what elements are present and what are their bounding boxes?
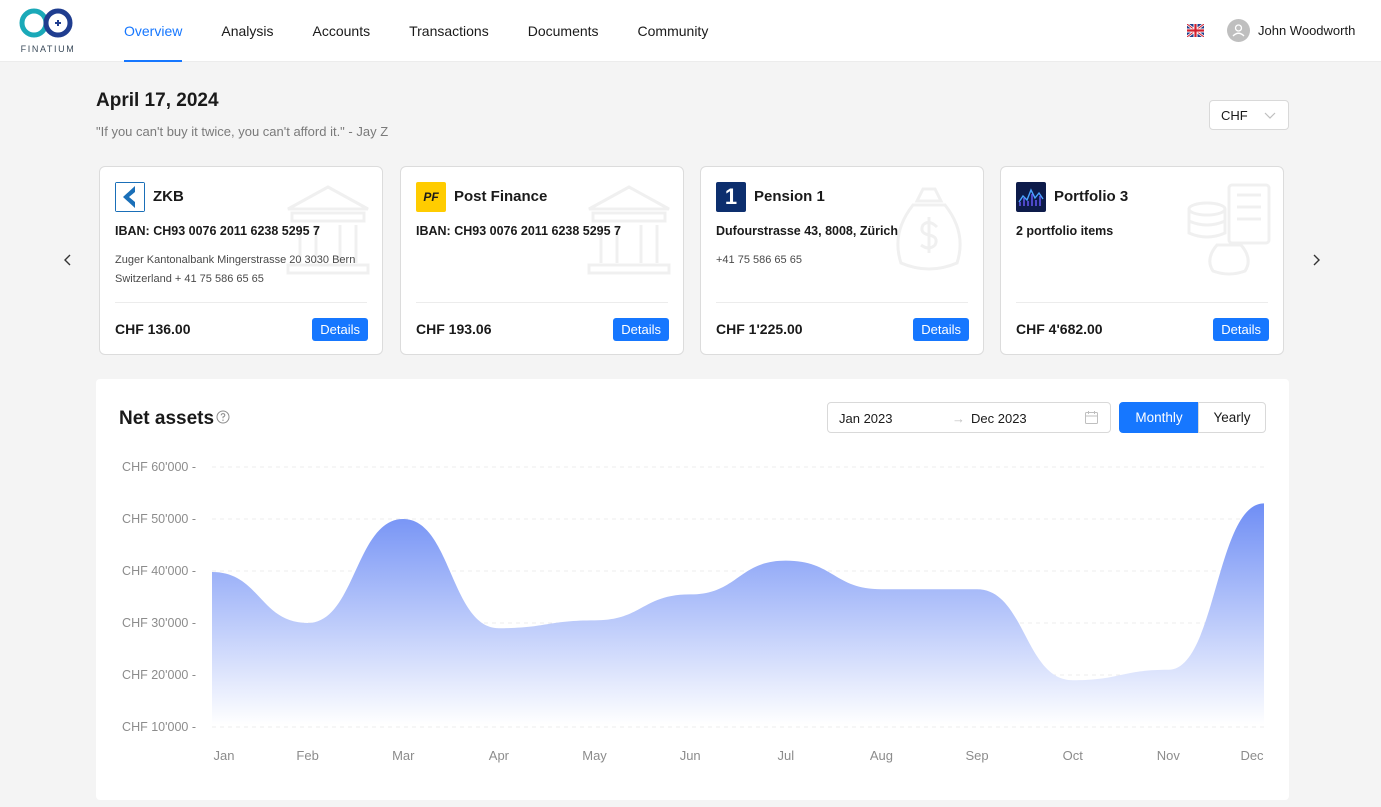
x-tick-label: Feb	[296, 748, 318, 763]
user-name[interactable]: John Woodworth	[1258, 23, 1355, 38]
chevron-down-icon	[1264, 112, 1276, 119]
range-arrow: →	[952, 411, 965, 426]
user-icon	[1232, 24, 1245, 37]
x-tick-label: Sep	[966, 748, 989, 763]
data-point-apr[interactable]	[496, 625, 502, 631]
main-nav: Overview Analysis Accounts Transactions …	[124, 0, 747, 62]
y-tick-label: CHF 40'000 -	[122, 564, 196, 578]
panel-title: Net assets	[119, 408, 215, 429]
account-card-pension[interactable]: 1 Pension 1 Dufourstrasse 43, 8008, Züri…	[700, 166, 984, 355]
account-card-postfinance[interactable]: PF Post Finance IBAN: CH93 0076 2011 623…	[400, 166, 684, 355]
card-address: Dufourstrasse 43, 8008, Zürich	[716, 224, 899, 238]
data-point-sep[interactable]	[974, 586, 980, 592]
data-point-oct[interactable]	[1070, 677, 1076, 683]
card-balance: CHF 1'225.00	[716, 321, 803, 337]
currency-value: CHF	[1221, 108, 1248, 123]
chevron-right-icon[interactable]	[1308, 252, 1324, 268]
x-tick-label: Jul	[778, 748, 795, 763]
details-button[interactable]: Details	[913, 318, 969, 341]
pension-logo-icon: 1	[716, 182, 746, 212]
range-end-input[interactable]: Dec 2023	[971, 411, 1027, 426]
currency-select[interactable]: CHF	[1209, 100, 1289, 130]
x-tick-label: Jan	[214, 748, 235, 763]
nav-accounts[interactable]: Accounts	[313, 0, 371, 62]
nav-documents[interactable]: Documents	[528, 0, 599, 62]
card-balance: CHF 136.00	[115, 321, 191, 337]
x-tick-label: Jun	[680, 748, 701, 763]
net-assets-panel: CHF 60'000 - CHF 50'000 - CHF 40'000 - CHF …	[96, 379, 1289, 800]
nav-analysis[interactable]: Analysis	[221, 0, 273, 62]
portfolio-logo-icon	[1016, 182, 1046, 212]
nav-transactions[interactable]: Transactions	[409, 0, 489, 62]
card-balance: CHF 4'682.00	[1016, 321, 1103, 337]
card-items-count: 2 portfolio items	[1016, 224, 1114, 238]
y-tick-label: CHF 50'000 -	[122, 512, 196, 526]
card-title: Pension 1	[754, 188, 825, 205]
help-icon[interactable]	[216, 410, 230, 424]
data-point-may[interactable]	[592, 617, 598, 623]
data-point-feb[interactable]	[305, 620, 311, 626]
top-navigation-bar: FINATIUM Overview Analysis Accounts Tran…	[0, 0, 1381, 62]
yearly-toggle[interactable]: Yearly	[1198, 402, 1266, 433]
card-divider	[416, 302, 668, 303]
finatium-logo[interactable]: FINATIUM	[17, 8, 79, 54]
page-quote: "If you can't buy it twice, you can't af…	[96, 124, 389, 139]
postfinance-logo-icon: PF	[416, 182, 446, 212]
x-tick-label: May	[582, 748, 607, 763]
card-divider	[1016, 302, 1268, 303]
y-tick-label: CHF 30'000 -	[122, 616, 196, 630]
x-tick-label: Apr	[489, 748, 510, 763]
card-title: Portfolio 3	[1054, 188, 1129, 205]
data-point-jul[interactable]	[783, 558, 789, 564]
avatar[interactable]	[1227, 19, 1250, 42]
data-point-jan[interactable]	[209, 569, 215, 575]
calendar-icon[interactable]	[1084, 410, 1099, 425]
card-iban: IBAN: CH93 0076 2011 6238 5295 7	[115, 224, 321, 238]
nav-overview[interactable]: Overview	[124, 0, 183, 62]
data-point-jun[interactable]	[687, 591, 693, 597]
card-divider	[115, 302, 367, 303]
x-tick-label: Mar	[392, 748, 415, 763]
brand-name: FINATIUM	[20, 44, 76, 54]
x-tick-label: Aug	[870, 748, 893, 763]
net-assets-area	[212, 503, 1264, 725]
account-card-portfolio[interactable]: Portfolio 3 2 portfolio items CHF 4'682.…	[1000, 166, 1284, 355]
net-assets-chart: CHF 60'000 - CHF 50'000 - CHF 40'000 - CHF …	[122, 460, 1267, 763]
data-point-mar[interactable]	[400, 516, 406, 522]
y-tick-label: CHF 60'000 -	[122, 460, 196, 474]
x-tick-label: Dec	[1240, 748, 1264, 763]
data-point-dec[interactable]	[1261, 500, 1267, 506]
details-button[interactable]: Details	[613, 318, 669, 341]
portfolio-watermark-icon	[1187, 183, 1271, 276]
data-point-aug[interactable]	[878, 586, 884, 592]
card-title: ZKB	[153, 188, 184, 205]
card-iban: IBAN: CH93 0076 2011 6238 5295 7	[416, 224, 622, 238]
details-button[interactable]: Details	[1213, 318, 1269, 341]
range-start-input[interactable]: Jan 2023	[839, 411, 893, 426]
monthly-toggle[interactable]: Monthly	[1119, 402, 1199, 433]
account-card-zkb[interactable]: ZKB IBAN: CH93 0076 2011 6238 5295 7 Zug…	[99, 166, 383, 355]
zkb-logo-icon	[115, 182, 145, 212]
card-divider	[716, 302, 968, 303]
card-balance: CHF 193.06	[416, 321, 492, 337]
y-tick-label: CHF 10'000 -	[122, 720, 196, 734]
x-tick-label: Oct	[1063, 748, 1084, 763]
date-range-picker[interactable]: Jan 2023 → Dec 2023	[827, 402, 1111, 433]
nav-community[interactable]: Community	[638, 0, 709, 62]
chevron-left-icon[interactable]	[60, 252, 76, 268]
details-button[interactable]: Details	[312, 318, 368, 341]
card-address: Zuger Kantonalbank Mingerstrasse 20 3030…	[115, 254, 356, 285]
uk-flag-icon[interactable]	[1187, 24, 1204, 37]
y-tick-label: CHF 20'000 -	[122, 668, 196, 682]
page-date: April 17, 2024	[96, 90, 219, 111]
data-point-nov[interactable]	[1165, 667, 1171, 673]
x-tick-label: Nov	[1157, 748, 1181, 763]
logo-icon	[19, 8, 73, 38]
card-title: Post Finance	[454, 188, 548, 205]
card-phone: +41 75 586 65 65	[716, 254, 802, 266]
